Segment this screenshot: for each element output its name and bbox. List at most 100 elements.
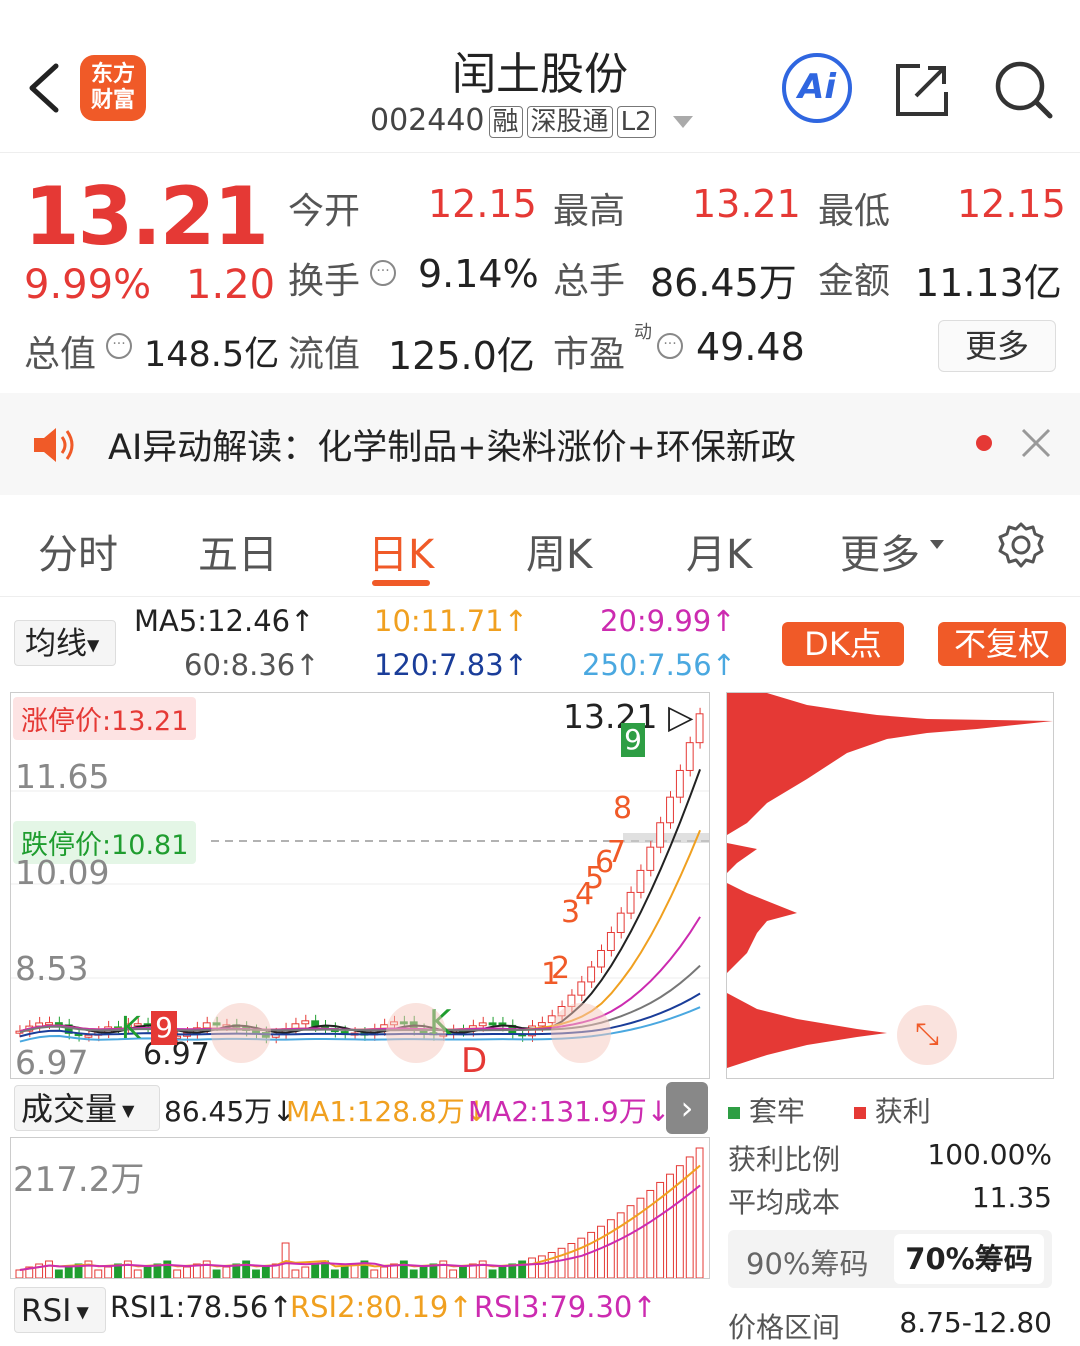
profit-label: 获利 [874, 1095, 931, 1128]
tab-chip-90[interactable]: 90%筹码 [746, 1241, 868, 1283]
unread-dot [976, 435, 992, 451]
header-bar: 东方 财富 闰土股份 002440 融深股通 L2 Ai [0, 0, 1080, 153]
volume-label: 总手 [553, 261, 626, 302]
ma250-legend: 250:7.56↑ [582, 648, 736, 682]
stock-code-row[interactable]: 002440 融深股通 L2 [370, 103, 694, 138]
volume-bar [163, 1260, 172, 1278]
open-label: 今开 [288, 191, 361, 232]
volume-bar [498, 1266, 507, 1278]
volume-bar [173, 1269, 182, 1278]
profit-ratio-label: 获利比例 [728, 1143, 841, 1176]
candle [478, 1022, 487, 1027]
volume-chart[interactable]: 217.2万 [10, 1137, 710, 1279]
no-adjust-button[interactable]: 不复权 [938, 622, 1066, 666]
stock-code: 002440 [370, 103, 485, 138]
volume-bar [597, 1225, 605, 1278]
volume-ma2-legend: MA2:131.9万↓ [468, 1095, 671, 1128]
candle [84, 1034, 93, 1038]
close-icon[interactable] [1020, 427, 1052, 463]
turnover-value: 9.14% [418, 252, 539, 296]
dropdown-arrow-icon: ▼ [87, 635, 100, 655]
tab-chip-70[interactable]: 70%筹码 [894, 1234, 1044, 1284]
pe-value: 49.48 [696, 325, 805, 369]
back-icon[interactable] [22, 58, 72, 118]
info-icon[interactable]: ··· [106, 333, 132, 359]
ma5-legend: MA5:12.46↑ [134, 604, 315, 638]
ma-line [19, 769, 702, 1034]
profit-ratio-value: 100.00% [927, 1138, 1052, 1171]
gear-icon[interactable] [996, 520, 1046, 574]
y-label-2: 10.09 [15, 853, 110, 892]
volume-bar [183, 1266, 191, 1278]
nav-center-icon[interactable] [386, 1003, 446, 1063]
float-label: 流值 [288, 334, 361, 375]
tab-monthly-k[interactable]: 月K [686, 522, 752, 580]
volume-bar [399, 1260, 408, 1278]
amount-value: 11.13亿 [915, 261, 1062, 305]
candle [45, 1022, 53, 1026]
volume-select[interactable]: 成交量 ▼ [14, 1085, 160, 1131]
candle [616, 912, 625, 934]
dropdown-arrow-icon [930, 540, 944, 549]
volume-bar [143, 1266, 152, 1278]
more-button-label: 更多 [964, 327, 1029, 365]
nav-prev-icon[interactable] [211, 1003, 271, 1063]
low-value: 12.15 [957, 182, 1066, 226]
volume-bar [606, 1219, 615, 1278]
indicator-select[interactable]: 均线▼ [14, 620, 116, 666]
share-icon[interactable] [892, 60, 952, 120]
candle [636, 869, 645, 893]
change-amount: 1.20 [186, 262, 276, 308]
volume-value: 86.45万 [650, 261, 797, 305]
volume-bar [212, 1269, 221, 1278]
limit-up-badge: 涨停价:13.21 [13, 697, 197, 740]
rsi2-legend: RSI2:80.19↑ [290, 1290, 473, 1324]
candle [656, 822, 665, 848]
tab-daily-k[interactable]: 日K [368, 522, 434, 580]
rsi1-legend: RSI1:78.56↑ [110, 1290, 293, 1324]
tab-weekly-k[interactable]: 周K [526, 522, 592, 580]
indicator-select-label: 均线 [25, 626, 87, 662]
avg-cost-value: 11.35 [971, 1181, 1052, 1214]
price-range-value: 8.75-12.80 [899, 1306, 1052, 1339]
limit-up-label: 涨停价:13.21 [21, 706, 189, 737]
volume-bar [409, 1269, 418, 1278]
rsi-select[interactable]: RSI ▼ [14, 1287, 106, 1333]
chevron-right-icon[interactable]: › [666, 1082, 708, 1134]
y-label-1: 11.65 [15, 757, 110, 796]
tab-intraday[interactable]: 分时 [38, 522, 118, 580]
tab-more[interactable]: 更多 [840, 522, 920, 580]
dk-point-button[interactable]: DK点 [782, 622, 904, 666]
volume-bar [478, 1260, 487, 1278]
ai-assistant-button[interactable]: Ai [782, 53, 852, 123]
app-logo: 东方 财富 [80, 55, 146, 121]
nav-next-icon[interactable] [551, 1003, 611, 1063]
kline-chart[interactable]: 涨停价:13.21 跌停价:10.81 11.65 10.09 8.53 6.9… [10, 692, 710, 1079]
logo-text: 东方 财富 [90, 62, 135, 113]
volume-bar [54, 1269, 63, 1278]
open-value: 12.15 [428, 182, 537, 226]
info-icon[interactable]: ··· [370, 260, 396, 286]
volume-bar [340, 1266, 349, 1278]
signal-9-left: 9 [151, 1011, 177, 1045]
info-icon[interactable]: ··· [657, 333, 683, 359]
float-value: 125.0亿 [388, 334, 535, 378]
active-tab-indicator [372, 580, 430, 586]
expand-icon[interactable]: ⤡ [897, 1005, 957, 1065]
tab-five-day[interactable]: 五日 [198, 522, 278, 580]
chip-legend: 套牢 获利 [728, 1090, 931, 1130]
chip-distribution-chart[interactable]: ⤡ [726, 692, 1054, 1079]
low-label: 最低 [818, 191, 891, 232]
search-icon[interactable] [992, 58, 1054, 120]
more-button[interactable]: 更多 [938, 320, 1056, 372]
volume-select-label: 成交量 [21, 1090, 118, 1128]
signal-d: D [461, 1041, 488, 1079]
price-range-label: 价格区间 [728, 1311, 841, 1344]
ai-news-bar[interactable]: AI异动解读：化学制品+染料涨价+环保新政 [0, 393, 1080, 495]
candle [626, 891, 635, 914]
volume-bar [557, 1247, 566, 1278]
volume-bar [15, 1269, 24, 1278]
signal-1: 1 [541, 957, 561, 992]
tab-chip-70-label: 70%筹码 [905, 1242, 1033, 1276]
profit-swatch [853, 1107, 866, 1119]
